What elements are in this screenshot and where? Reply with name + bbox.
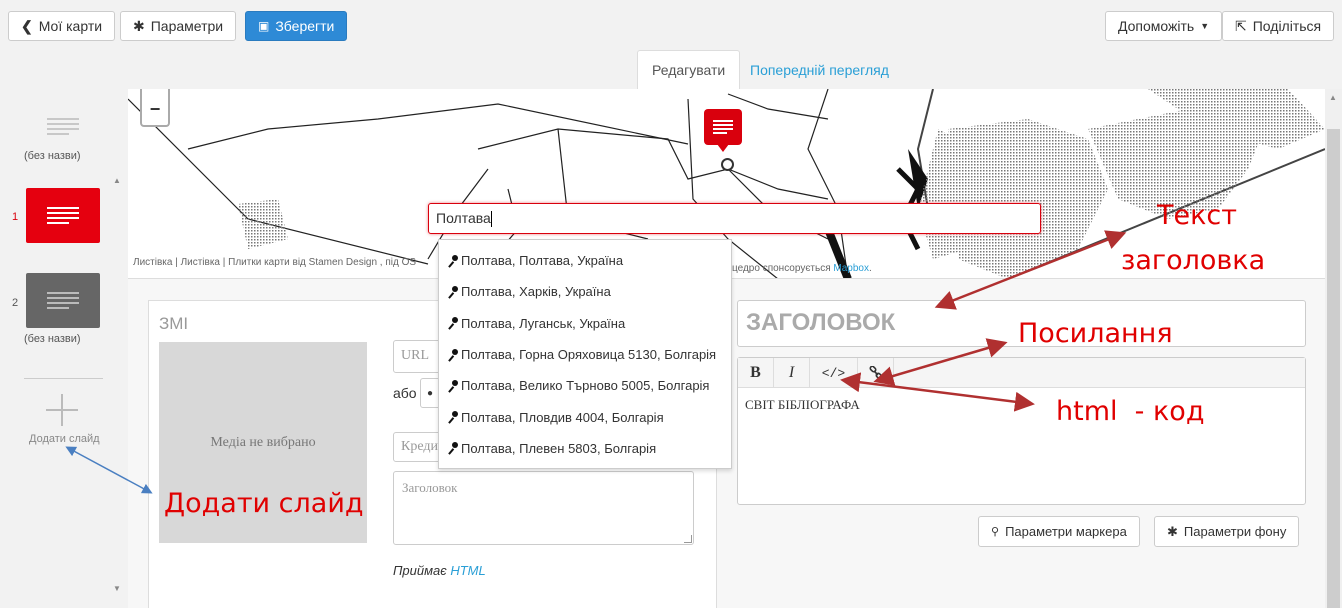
map-attribution-left: Листівка | Листівка | Плитки карти від S… — [133, 257, 417, 268]
background-settings-button[interactable]: ✱ Параметри фону — [1154, 516, 1300, 547]
chevron-left-icon: ❮ — [21, 17, 33, 34]
suggestion-item[interactable]: Полтава, Пловдив 4004, Болгарія — [439, 401, 731, 432]
location-suggestions: Полтава, Полтава, Україна Полтава, Харків… — [438, 239, 732, 469]
body-text[interactable]: СВІТ БІБЛІОГРАФА — [745, 397, 860, 413]
settings-button[interactable]: ✱ Параметри — [120, 11, 237, 41]
rich-text-editor: B I </> СВІТ БІБЛІОГРАФА — [737, 357, 1306, 505]
slide-2-label: (без назви) — [24, 333, 81, 345]
zoom-control: − — [140, 89, 170, 127]
link-icon — [868, 366, 883, 380]
suggestion-item[interactable]: Полтава, Горна Оряховица 5130, Болгарія — [439, 339, 731, 370]
annotation-heading-text-2: заголовка — [1121, 245, 1266, 276]
italic-button[interactable]: I — [774, 358, 810, 388]
help-button[interactable]: Допоможіть ▼ — [1105, 11, 1223, 41]
resize-handle-icon[interactable] — [684, 535, 692, 543]
tab-preview[interactable]: Попередній перегляд — [736, 50, 903, 89]
slide-number: 2 — [12, 297, 19, 309]
scroll-up-icon[interactable]: ▲ — [1329, 93, 1337, 102]
html-link[interactable]: HTML — [450, 563, 485, 578]
zoom-out-button[interactable]: − — [142, 99, 168, 120]
slide-2-thumbnail[interactable] — [26, 273, 100, 328]
tab-edit[interactable]: Редагувати — [637, 50, 741, 89]
media-url-input[interactable]: URL — [393, 340, 443, 373]
pin-icon — [447, 411, 458, 424]
suggestion-item[interactable]: Полтава, Полтава, Україна — [439, 245, 731, 276]
pin-icon — [447, 317, 458, 330]
plus-icon — [46, 394, 78, 426]
pin-icon — [447, 379, 458, 393]
gear-icon: ✱ — [1167, 523, 1178, 539]
pin-icon — [447, 254, 458, 268]
add-slide-button[interactable]: Додати слайд — [20, 389, 110, 449]
bold-button[interactable]: B — [738, 358, 774, 388]
my-maps-button[interactable]: ❮ Мої карти — [8, 11, 116, 41]
annotation-link: Посилання — [1018, 318, 1173, 349]
annotation-html-code: html - код — [1056, 396, 1205, 427]
accepts-html-note: Приймає HTML — [393, 563, 486, 578]
credit-input[interactable]: Креди — [393, 432, 443, 462]
title-slide-thumbnail[interactable] — [26, 99, 100, 154]
annotation-heading-text-1: Текст — [1157, 200, 1237, 231]
scroll-down-icon[interactable]: ▼ — [113, 584, 121, 593]
marker-pointer-icon — [717, 144, 729, 152]
media-section-title: ЗМІ — [159, 314, 189, 333]
mapbox-link[interactable]: Mapbox — [833, 263, 869, 274]
share-icon: ⇱ — [1235, 17, 1247, 34]
marker-settings-button[interactable]: ⚲ Параметри маркера — [978, 516, 1140, 547]
suggestion-item[interactable]: Полтава, Харків, Україна — [439, 276, 731, 307]
pin-icon — [447, 285, 458, 299]
scrollbar-thumb[interactable] — [1327, 129, 1340, 608]
suggestion-item[interactable]: Полтава, Луганськ, Україна — [439, 308, 731, 339]
slide-1-thumbnail[interactable] — [26, 188, 100, 243]
upload-icon: ● — [427, 387, 434, 399]
caret-down-icon: ▼ — [1200, 21, 1210, 31]
title-slide-label: (без назви) — [24, 150, 81, 162]
pin-icon — [447, 442, 458, 455]
page-scrollbar[interactable]: ▲ — [1325, 89, 1342, 608]
divider — [24, 378, 103, 379]
floppy-icon: ▣ — [258, 19, 270, 33]
location-dot — [721, 158, 734, 171]
slide-number: 1 — [12, 211, 19, 223]
annotation-add-slide: Додати слайд — [164, 488, 364, 519]
pin-icon — [447, 348, 458, 362]
or-label: або — [393, 385, 417, 401]
html-code-button[interactable]: </> — [810, 358, 858, 388]
caption-textarea[interactable]: Заголовок — [393, 471, 694, 545]
map-search-input[interactable]: Полтава — [428, 203, 1041, 234]
save-button[interactable]: ▣ Зберегти — [245, 11, 348, 41]
gear-icon: ✱ — [133, 17, 145, 34]
slide-sidebar: (без назви) ▲ 1 2 (без назви) Додати сла… — [0, 89, 128, 608]
map-marker[interactable] — [704, 109, 742, 145]
scroll-up-icon[interactable]: ▲ — [113, 176, 121, 185]
suggestion-item[interactable]: Полтава, Плевен 5803, Болгарія — [439, 433, 731, 464]
editor-toolbar: B I </> — [738, 358, 1305, 388]
map-pin-icon: ⚲ — [991, 526, 1000, 538]
share-button[interactable]: ⇱ Поділіться — [1222, 11, 1335, 41]
map-attribution-right: цедро спонсорується Mapbox. — [732, 263, 872, 274]
suggestion-item[interactable]: Полтава, Велико Търново 5005, Болгарія — [439, 370, 731, 401]
link-button[interactable] — [858, 358, 894, 388]
